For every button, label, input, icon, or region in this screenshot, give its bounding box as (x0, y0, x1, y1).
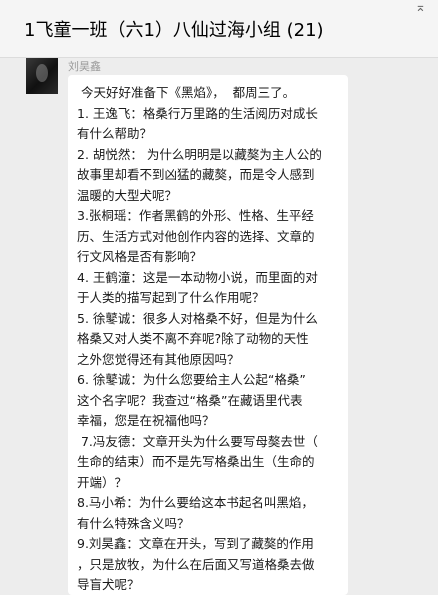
message-line: 这个名字呢？我查过“格桑”在藏语里代表 (77, 392, 303, 408)
message-line: 格桑又对人类不离不弃呢?除了动物的天性 (77, 331, 309, 346)
message-line: 开端）？ (77, 474, 128, 490)
avatar[interactable] (26, 58, 58, 94)
message-line: 4. 王鹤潼：这是一本动物小说，而里面的对 (77, 269, 318, 285)
message-line: 7.冯友德：文章开头为什么要写母獒去世（ (77, 433, 318, 449)
message-line: ，只是放牧，为什么在后面又写道格桑去做 (77, 556, 315, 572)
message-line: 故事里却看不到凶猛的藏獒，而是令人感到 (77, 167, 315, 182)
message-line: 5. 徐鼕诚：很多人对格桑不好，但是为什么 (77, 310, 318, 326)
message-line: 历、生活方式对他创作内容的选择、文章的 (77, 228, 315, 244)
message-line: 1. 王逸飞：格桑行万里路的生活阅历对成长 (77, 105, 318, 121)
message-line: 之外您觉得还有其他原因吗？ (77, 351, 240, 367)
message-line: 幸福，您是在祝福他吗？ (77, 413, 215, 428)
message-line: 行文风格是否有影响？ (77, 249, 203, 264)
message-bubble[interactable]: 今天好好准备下《黑焰》， 都周三了。 1. 王逸飞：格桑行万里路的生活阅历对成长… (68, 75, 348, 595)
message-line: 9.刘昊鑫：文章在开头，写到了藏獒的作用 (77, 536, 314, 551)
chat-title[interactable]: 1飞童一班（六1）八仙过海小组 (21) (24, 16, 324, 42)
message-line: 8.马小希：为什么要给这本书起名叫黑焰， (77, 495, 314, 510)
message-line: 3.张桐瑶：作者黑鹤的外形、性格、生平经 (77, 208, 314, 223)
message-line: 导盲犬呢？ (77, 577, 140, 592)
chat-header: 1飞童一班（六1）八仙过海小组 (21) ⌅ (0, 0, 438, 58)
message-line: 今天好好准备下《黑焰》， 都周三了。 (77, 85, 296, 100)
message-line: 有什么特殊含义吗？ (77, 515, 190, 531)
message-line: 温暖的大型犬呢？ (77, 187, 178, 203)
pin-icon[interactable]: ⌅ (415, 0, 426, 15)
message-line: 有什么帮助？ (77, 126, 153, 141)
message-line: 6. 徐鼕诚：为什么您要给主人公起“格桑” (77, 372, 306, 387)
message-line: 于人类的描写起到了什么作用呢？ (77, 290, 265, 305)
message-line: 2. 胡悦然： 为什么明明是以藏獒为主人公的 (77, 146, 322, 162)
sender-name: 刘昊鑫 (68, 60, 101, 73)
message-line: 生命的结束）而不是先写格桑出生（生命的 (77, 454, 315, 469)
